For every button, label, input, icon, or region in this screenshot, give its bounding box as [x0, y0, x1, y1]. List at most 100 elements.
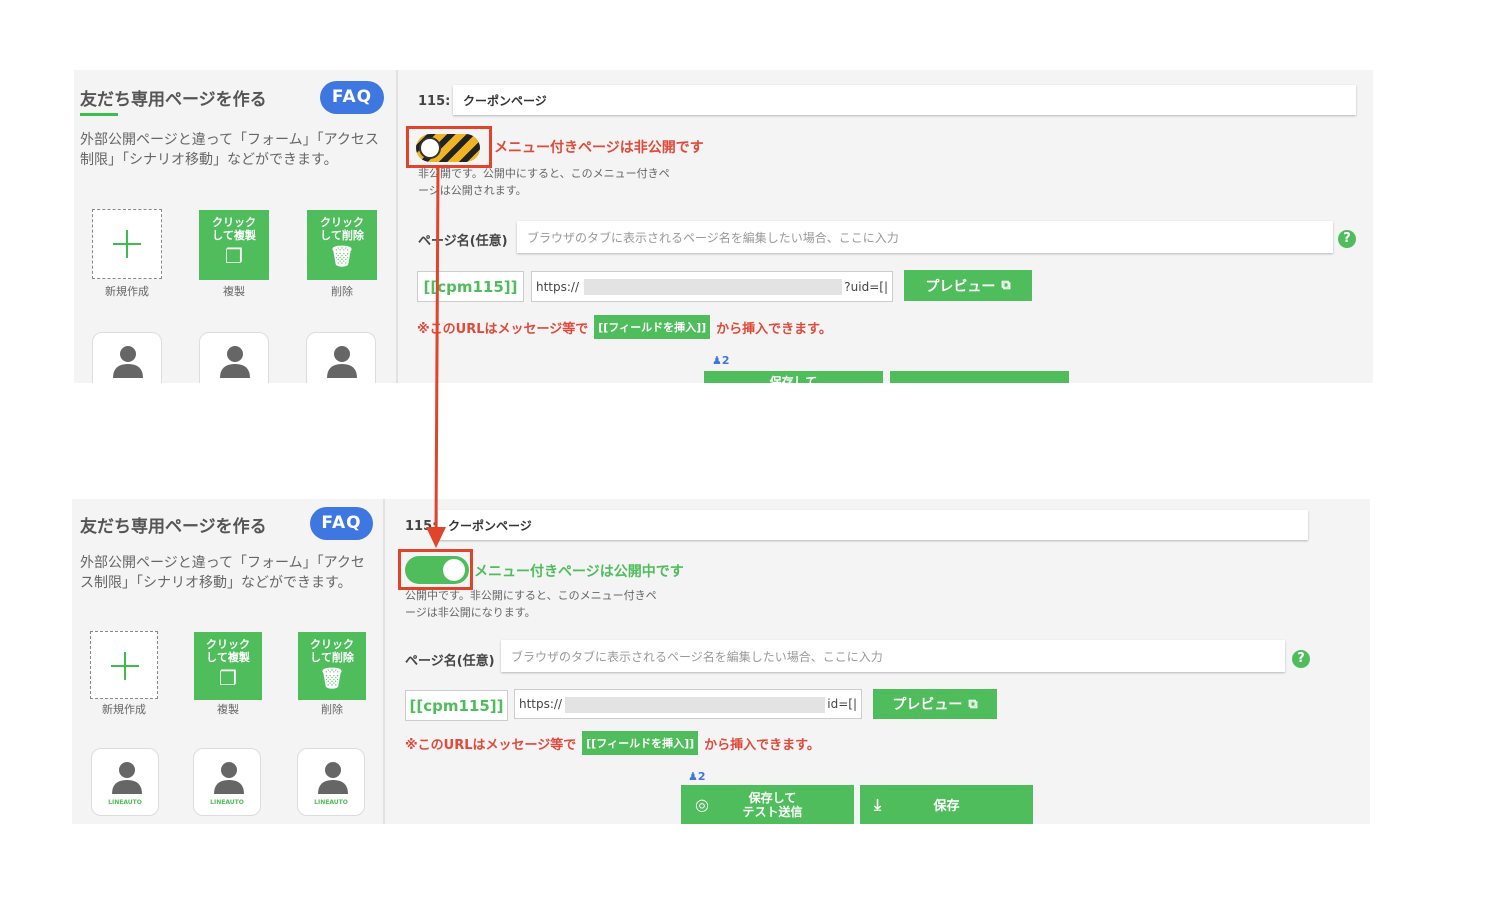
user-count: ♟2: [688, 770, 706, 783]
save-test-button[interactable]: 保存して: [704, 371, 883, 383]
user-icon: [113, 346, 143, 378]
url-redaction: [565, 697, 827, 713]
page-card-2[interactable]: LINEAUTO: [193, 748, 261, 816]
page-card-1[interactable]: [92, 332, 162, 383]
highlight-box: [406, 126, 492, 168]
trash-icon: 🗑: [329, 244, 355, 268]
faq-button[interactable]: FAQ: [310, 507, 373, 540]
title-underline: [80, 113, 118, 116]
brand-label: LINEAUTO: [108, 799, 142, 806]
new-label: 新規作成: [105, 285, 149, 298]
user-icon: ♟: [712, 354, 722, 367]
new-page-tile[interactable]: [90, 631, 158, 699]
page-card-3[interactable]: LINEAUTO: [297, 748, 365, 816]
copy-tile[interactable]: クリック して複製 ❐: [194, 632, 262, 700]
page-card-1[interactable]: LINEAUTO: [91, 748, 159, 816]
publish-state-text: メニュー付きページは非公開です: [494, 140, 704, 156]
save-test-label: 保存して テスト送信: [742, 790, 803, 819]
description-text: 外部公開ページと違って「フォーム」「アクセス制限」「シナリオ移動」などができます…: [80, 132, 379, 168]
copy-icon: ❐: [225, 244, 243, 268]
download-icon: ⤓: [874, 794, 882, 814]
insert-field-chip: [[フィールドを挿入]]: [594, 315, 711, 339]
url-notice: ※このURLはメッセージ等で [[フィールドを挿入]] から挿入できます。: [405, 731, 820, 755]
preview-button[interactable]: プレビュー ⧉: [904, 270, 1032, 301]
help-icon[interactable]: ?: [1292, 650, 1310, 668]
left-sidebar: 友だち専用ページを作る FAQ 外部公開ページと違って「フォーム」「アクセス制限…: [74, 70, 396, 383]
page-title-input[interactable]: クーポンページ: [453, 85, 1356, 115]
left-sidebar: 友だち専用ページを作る FAQ 外部公開ページと違って「フォーム」「アクセス制限…: [72, 499, 383, 824]
divider: [383, 499, 385, 824]
delete-label: 削除: [331, 285, 353, 298]
delete-tile[interactable]: クリック して削除 🗑: [307, 210, 377, 280]
notice-after: から挿入できます。: [704, 737, 820, 753]
user-icon: [214, 762, 244, 794]
brand-label: LINEAUTO: [210, 799, 244, 806]
shortcode-field[interactable]: [[cpm115]]: [417, 271, 524, 302]
preview-label: プレビュー: [892, 697, 963, 713]
page-card-2[interactable]: [199, 332, 269, 383]
page-name-label: ページ名(任意): [418, 234, 508, 249]
url-field[interactable]: https:// ?uid=[|: [531, 271, 893, 302]
copy-icon: ❐: [219, 666, 237, 690]
new-label: 新規作成: [102, 703, 146, 716]
save-button[interactable]: ⤓ 保存: [860, 785, 1033, 824]
description-text: 外部公開ページと違って「フォーム」「アクセス制限」「シナリオ移動」などができます…: [80, 555, 365, 591]
preview-button[interactable]: プレビュー ⧉: [873, 689, 997, 719]
page-name-input[interactable]: ブラウザのタブに表示されるページ名を編集したい場合、ここに入力: [501, 640, 1285, 672]
faq-button[interactable]: FAQ: [320, 81, 384, 114]
page-title-input[interactable]: クーポンページ: [438, 510, 1308, 540]
delete-tile-text: クリック して削除: [320, 216, 364, 242]
user-icon: ♟: [688, 770, 698, 783]
notice-after: から挿入できます。: [716, 321, 832, 337]
user-count: ♟2: [712, 354, 730, 367]
user-icon: [327, 346, 357, 378]
save-button[interactable]: [890, 371, 1069, 383]
user-icon: [112, 762, 142, 794]
delete-tile[interactable]: クリック して削除 🗑: [298, 632, 366, 700]
page-number: 115:: [418, 94, 451, 109]
url-field[interactable]: https:// id=[|: [514, 689, 862, 719]
delete-label: 削除: [321, 703, 343, 716]
url-notice: ※このURLはメッセージ等で [[フィールドを挿入]] から挿入できます。: [417, 315, 832, 339]
user-icon: [220, 346, 250, 378]
copy-tile-text: クリック して複製: [212, 216, 256, 242]
copy-tile[interactable]: クリック して複製 ❐: [199, 210, 269, 280]
publish-state-desc: 非公開です。公開中にすると、このメニュー付きページは公開されます。: [418, 167, 670, 197]
page-name-input[interactable]: ブラウザのタブに表示されるページ名を編集したい場合、ここに入力: [517, 221, 1333, 253]
url-redaction: [584, 279, 848, 295]
page-card-3[interactable]: [306, 332, 376, 383]
screenshot-after: 友だち専用ページを作る FAQ 外部公開ページと違って「フォーム」「アクセス制限…: [72, 499, 1370, 824]
url-suffix: id=[|: [825, 690, 857, 718]
help-icon[interactable]: ?: [1338, 230, 1356, 248]
notice-before: ※このURLはメッセージ等で: [405, 737, 577, 753]
brand-label: LINEAUTO: [314, 799, 348, 806]
page-number: 115:: [405, 519, 438, 534]
url-prefix: https://: [519, 697, 563, 711]
copy-tile-text: クリック して複製: [206, 638, 250, 664]
notice-before: ※このURLはメッセージ等で: [417, 321, 589, 337]
external-link-icon: ⧉: [1001, 278, 1011, 293]
publish-state-desc: 公開中です。非公開にすると、このメニュー付きページは非公開になります。: [405, 589, 657, 619]
shortcode-field[interactable]: [[cpm115]]: [405, 690, 508, 721]
highlight-box: [398, 549, 473, 590]
trash-icon: 🗑: [319, 666, 345, 690]
insert-field-chip: [[フィールドを挿入]]: [582, 731, 699, 755]
delete-tile-text: クリック して削除: [310, 638, 354, 664]
external-link-icon: ⧉: [968, 696, 978, 712]
save-label: 保存: [933, 799, 960, 814]
new-page-tile[interactable]: [92, 209, 162, 279]
page-title: 友だち専用ページを作る: [80, 90, 267, 110]
divider: [396, 70, 398, 383]
url-prefix: https://: [536, 279, 580, 294]
screenshot-before: 友だち専用ページを作る FAQ 外部公開ページと違って「フォーム」「アクセス制限…: [74, 70, 1373, 383]
page-name-label: ページ名(任意): [405, 654, 495, 669]
copy-label: 複製: [217, 703, 239, 716]
save-test-label: 保存して: [769, 375, 818, 383]
save-test-button[interactable]: ◎ 保存して テスト送信: [681, 785, 854, 824]
url-suffix: ?uid=[|: [842, 272, 888, 301]
check-circle-icon: ◎: [695, 795, 709, 814]
user-icon: [318, 762, 348, 794]
page-title: 友だち専用ページを作る: [80, 517, 267, 537]
publish-state-text: メニュー付きページは公開中です: [474, 564, 684, 580]
preview-label: プレビュー: [925, 278, 996, 295]
